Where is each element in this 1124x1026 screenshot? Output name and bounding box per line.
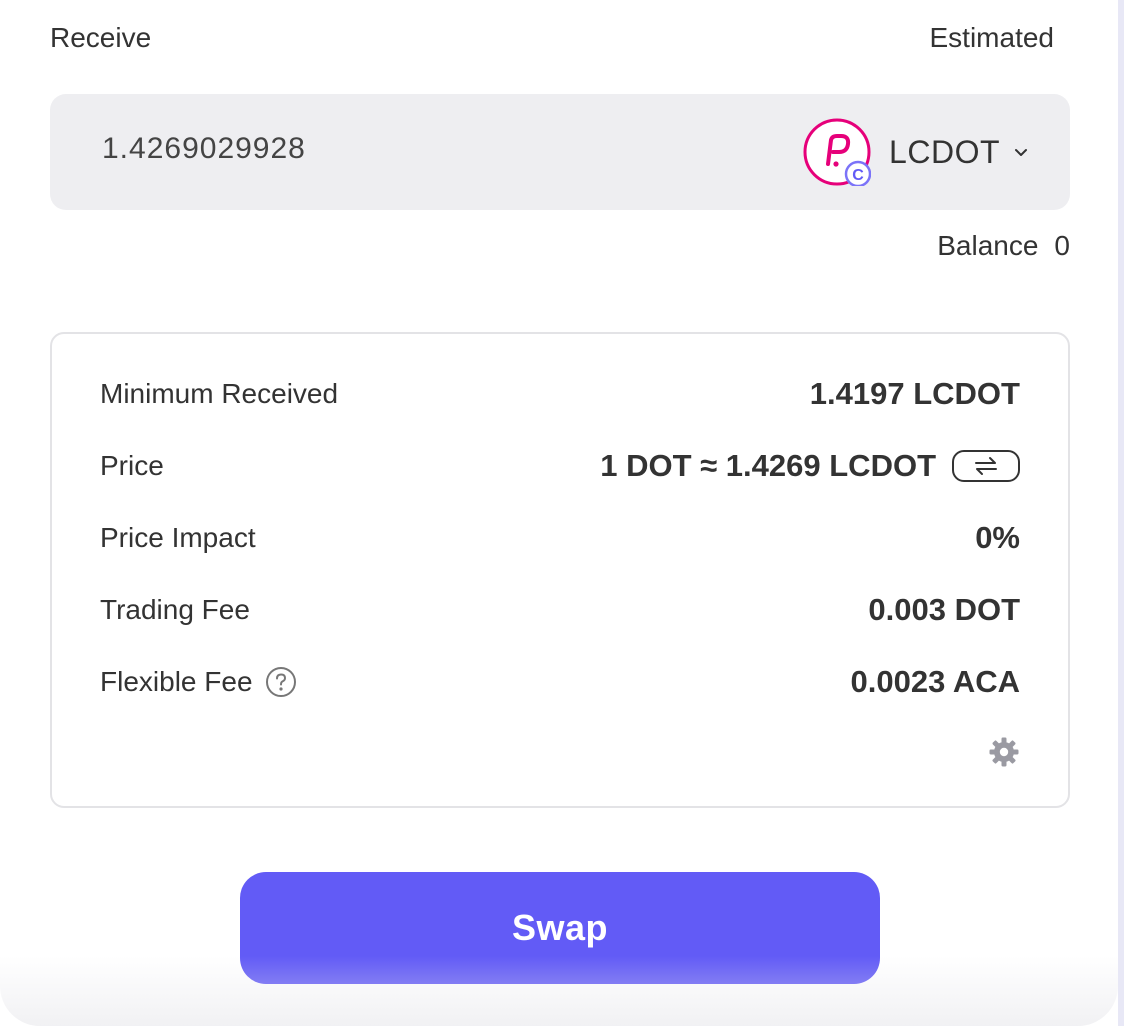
flexible-fee-label-group: Flexible Fee	[100, 666, 297, 698]
scrollbar-track[interactable]	[1118, 0, 1124, 1026]
estimated-label: Estimated	[929, 22, 1055, 53]
swap-page: Receive Estimated 1.4269029928 C LCDOT B…	[0, 0, 1124, 1026]
swap-button[interactable]: Swap	[240, 872, 880, 984]
price-value: 1 DOT ≈ 1.4269 LCDOT	[600, 448, 936, 483]
receive-amount-box: 1.4269029928 C LCDOT	[50, 94, 1070, 210]
minimum-received-value: 1.4197 LCDOT	[809, 376, 1020, 411]
minimum-received-label: Minimum Received	[100, 378, 339, 409]
price-value-group: 1 DOT ≈ 1.4269 LCDOT	[600, 448, 1020, 484]
flexible-fee-label: Flexible Fee	[100, 666, 253, 697]
flexible-fee-value: 0.0023 ACA	[850, 664, 1020, 699]
price-impact-label: Price Impact	[100, 522, 256, 553]
detail-row-flexible-fee: Flexible Fee 0.0023 ACA	[100, 662, 1020, 702]
swap-details-card: Minimum Received 1.4197 LCDOT Price 1 DO…	[50, 332, 1070, 808]
swap-direction-button[interactable]	[952, 450, 1020, 482]
detail-row-price: Price 1 DOT ≈ 1.4269 LCDOT	[100, 446, 1020, 486]
receive-header: Receive Estimated	[50, 20, 1054, 56]
gear-icon[interactable]	[988, 736, 1020, 768]
token-selector[interactable]: C LCDOT	[803, 116, 1030, 188]
balance-row: Balance 0	[937, 230, 1070, 262]
chevron-down-icon	[1015, 149, 1027, 156]
swap-direction-icon	[975, 457, 997, 475]
receive-label: Receive	[50, 22, 152, 53]
detail-row-trading-fee: Trading Fee 0.003 DOT	[100, 590, 1020, 630]
balance-value: 0	[1054, 230, 1070, 261]
question-circle-icon[interactable]	[265, 666, 297, 698]
receive-amount-field[interactable]: 1.4269029928	[102, 132, 306, 166]
token-badge-letter: C	[852, 167, 864, 184]
trading-fee-label: Trading Fee	[100, 594, 250, 625]
detail-row-price-impact: Price Impact 0%	[100, 518, 1020, 558]
trading-fee-value: 0.003 DOT	[868, 592, 1020, 627]
price-impact-value: 0%	[975, 520, 1020, 555]
token-symbol: LCDOT	[889, 133, 1000, 170]
detail-row-minimum-received: Minimum Received 1.4197 LCDOT	[100, 374, 1020, 414]
lcdot-token-icon: C	[803, 118, 872, 188]
price-label: Price	[100, 450, 164, 481]
balance-label: Balance	[937, 230, 1039, 261]
